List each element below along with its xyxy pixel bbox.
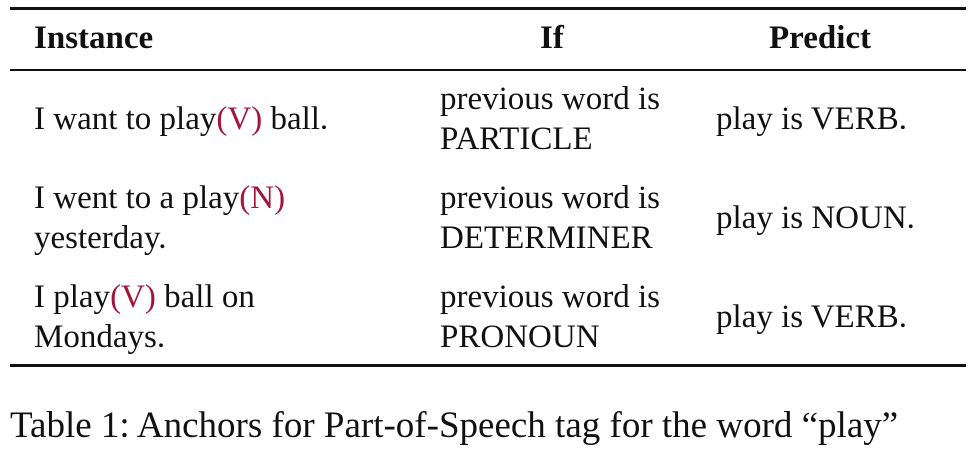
instance-cell: I play(V) ball on bbox=[34, 277, 255, 317]
instance-line-2: yesterday. bbox=[34, 220, 167, 256]
table-caption: Table 1: Anchors for Part-of-Speech tag … bbox=[10, 405, 899, 446]
if-condition-line: previous word is bbox=[440, 81, 660, 117]
instance-cell: I want to play(V) ball. bbox=[34, 99, 328, 139]
header-instance: Instance bbox=[34, 20, 154, 56]
if-condition-tag: PRONOUN bbox=[440, 319, 600, 355]
if-condition-tag: PARTICLE bbox=[440, 121, 593, 157]
if-condition-line: previous word is bbox=[440, 279, 660, 315]
pos-tag: (V) bbox=[216, 101, 263, 137]
table-header-rule bbox=[10, 69, 966, 71]
instance-text: I went to a play bbox=[34, 180, 240, 216]
predict-cell: play is VERB. bbox=[716, 299, 907, 335]
predict-cell: play is VERB. bbox=[716, 101, 907, 137]
instance-text: I want to play bbox=[34, 101, 217, 137]
instance-text: I play bbox=[34, 279, 111, 315]
header-predict: Predict bbox=[769, 20, 872, 56]
table-bottom-rule bbox=[10, 364, 966, 367]
instance-cell: I went to a play(N) bbox=[34, 178, 285, 218]
instance-text: ball. bbox=[262, 101, 329, 137]
predict-cell: play is NOUN. bbox=[716, 200, 915, 236]
instance-text: ball on bbox=[155, 279, 255, 315]
pos-tag: (V) bbox=[110, 279, 156, 315]
table-top-rule bbox=[10, 7, 966, 10]
instance-line-2: Mondays. bbox=[34, 319, 166, 355]
if-condition-tag: DETERMINER bbox=[440, 220, 653, 256]
pos-tag: (N) bbox=[239, 180, 286, 216]
if-condition-line: previous word is bbox=[440, 180, 660, 216]
header-if: If bbox=[540, 20, 564, 56]
